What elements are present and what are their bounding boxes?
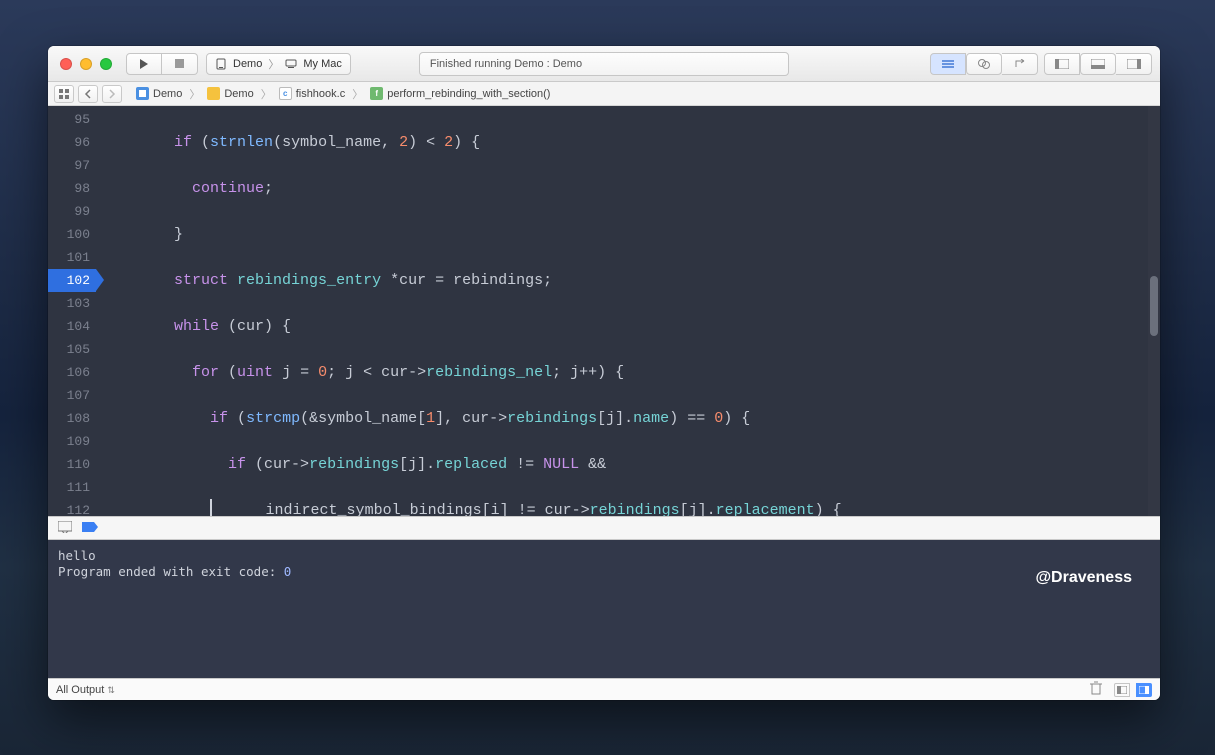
debug-bar [48,516,1160,540]
related-items-button[interactable] [54,85,74,103]
line-number: 99 [48,200,96,223]
scheme-selector[interactable]: Demo 〉 My Mac [206,53,351,75]
assistant-editor-button[interactable] [966,53,1002,75]
line-number: 106 [48,361,96,384]
breadcrumb-project[interactable]: Demo [134,87,184,100]
chevron-right-icon: 〉 [260,86,273,102]
line-number: 96 [48,131,96,154]
chevron-right-icon: 〉 [188,86,201,102]
status-text: Finished running Demo : Demo [430,58,582,70]
breadcrumb-symbol[interactable]: f perform_rebinding_with_section() [368,87,552,100]
output-filter-label: All Output [56,684,104,696]
console-toggle-button[interactable] [58,521,72,536]
toggle-navigator-button[interactable] [1044,53,1080,75]
forward-button[interactable] [102,85,122,103]
window-controls [56,58,118,70]
console-pane-button[interactable] [1136,683,1152,697]
xcode-window: Demo 〉 My Mac Finished running Demo : De… [48,46,1160,700]
line-number: 108 [48,407,96,430]
console-line: Program ended with exit code: 0 [58,564,1150,580]
chevron-right-icon: 〉 [268,56,279,72]
standard-editor-button[interactable] [930,53,966,75]
line-number: 100 [48,223,96,246]
code-line: for (uint j = 0; j < cur->rebindings_nel… [96,361,1160,384]
code-line: indirect_symbol_bindings[i] != cur->rebi… [96,499,1160,516]
vertical-scrollbar[interactable] [1148,106,1160,516]
line-number: 109 [48,430,96,453]
code-line-current: if (cur->rebindings[j].replaced != NULL … [96,453,1160,476]
watermark-text: @Draveness [1035,570,1132,586]
editor-mode-group [930,53,1152,75]
breadcrumb-label: Demo [153,88,182,100]
line-number: 103 [48,292,96,315]
function-icon: f [370,87,383,100]
folder-icon [207,87,220,100]
line-gutter: 95 96 97 98 99 100 101 102 103 104 105 1… [48,106,96,516]
line-number: 105 [48,338,96,361]
toggle-utilities-button[interactable] [1116,53,1152,75]
code-line: } [96,223,1160,246]
breadcrumb-label: fishhook.c [296,88,346,100]
back-button[interactable] [78,85,98,103]
target-icon [215,58,227,70]
output-filter-dropdown[interactable]: All Output ⇅ [56,684,115,696]
console-footer: All Output ⇅ [48,678,1160,700]
line-number: 107 [48,384,96,407]
text-cursor [210,499,212,516]
code-line: continue; [96,177,1160,200]
line-number-current[interactable]: 102 [48,269,96,292]
updown-icon: ⇅ [107,685,115,695]
breadcrumb-folder[interactable]: Demo [205,87,255,100]
scrollbar-thumb[interactable] [1150,276,1158,336]
stop-button[interactable] [162,53,198,75]
console-pane-toggle [1108,683,1152,697]
scheme-target: Demo [233,58,262,70]
breadcrumb-label: perform_rebinding_with_section() [387,88,550,100]
breakpoint-indicator-icon[interactable] [82,521,98,535]
code-editor[interactable]: 95 96 97 98 99 100 101 102 103 104 105 1… [48,106,1160,516]
chevron-right-icon: 〉 [351,86,364,102]
run-button[interactable] [126,53,162,75]
jump-bar: Demo 〉 Demo 〉 c fishhook.c 〉 f perform_r… [48,82,1160,106]
code-line: if (strnlen(symbol_name, 2) < 2) { [96,131,1160,154]
line-number: 97 [48,154,96,177]
activity-status: Finished running Demo : Demo [419,52,789,76]
scheme-device: My Mac [303,58,342,70]
zoom-icon[interactable] [100,58,112,70]
line-number: 111 [48,476,96,499]
breadcrumb-label: Demo [224,88,253,100]
clear-console-button[interactable] [1090,681,1102,698]
code-area[interactable]: if (strnlen(symbol_name, 2) < 2) { conti… [96,106,1160,516]
breadcrumb-file[interactable]: c fishhook.c [277,87,348,100]
line-number: 101 [48,246,96,269]
code-line: if (strcmp(&symbol_name[1], cur->rebindi… [96,407,1160,430]
line-number: 98 [48,177,96,200]
line-number: 112 [48,499,96,516]
run-stop-group [126,53,198,75]
titlebar: Demo 〉 My Mac Finished running Demo : De… [48,46,1160,82]
variables-pane-button[interactable] [1114,683,1130,697]
mac-icon [285,58,297,70]
code-line: while (cur) { [96,315,1160,338]
line-number: 110 [48,453,96,476]
code-line: struct rebindings_entry *cur = rebinding… [96,269,1160,292]
console-line: hello [58,548,1150,564]
project-icon [136,87,149,100]
close-icon[interactable] [60,58,72,70]
line-number: 104 [48,315,96,338]
debug-console[interactable]: hello Program ended with exit code: 0 @D… [48,540,1160,678]
c-file-icon: c [279,87,292,100]
toggle-debug-area-button[interactable] [1080,53,1116,75]
version-editor-button[interactable] [1002,53,1038,75]
line-number: 95 [48,108,96,131]
minimize-icon[interactable] [80,58,92,70]
